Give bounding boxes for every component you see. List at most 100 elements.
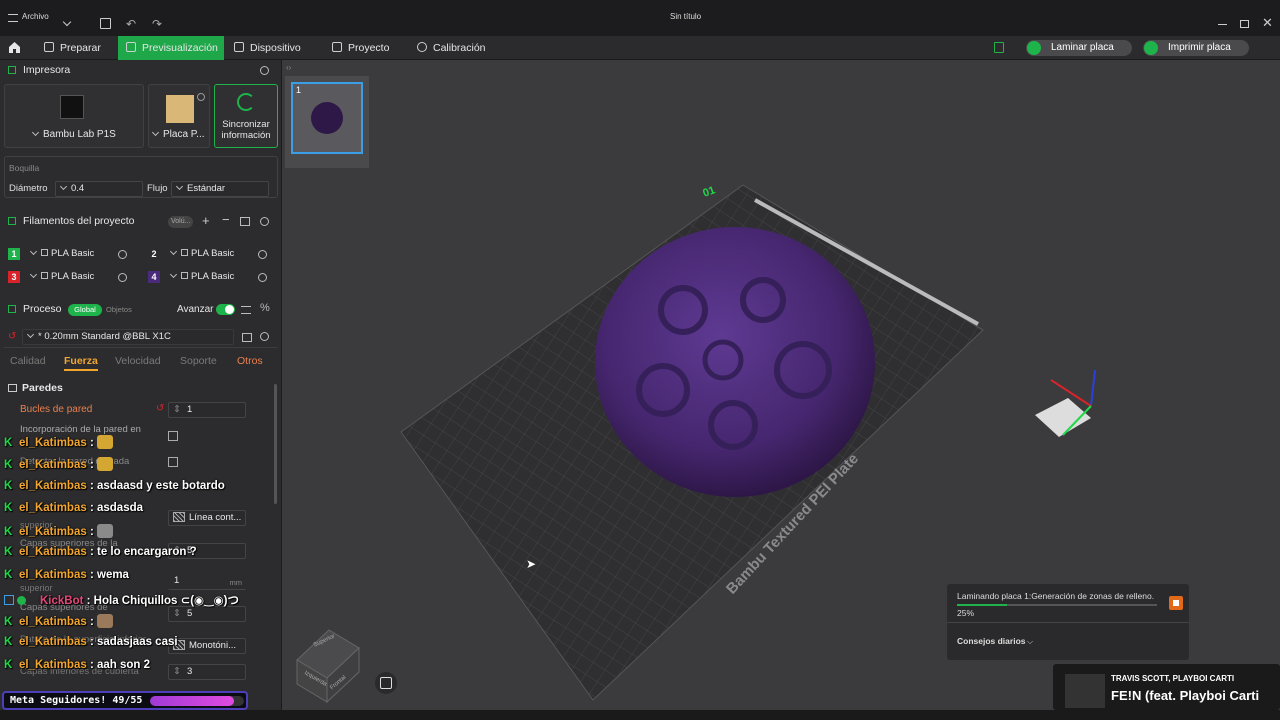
save-profile-icon[interactable]	[242, 333, 252, 342]
slice-plate-button[interactable]: Laminar placa	[1026, 40, 1132, 56]
tab-process-4[interactable]: Otros	[237, 355, 263, 367]
sphere-model[interactable]	[595, 227, 875, 497]
reset-icon[interactable]: ↺	[156, 403, 164, 414]
filament-icon	[181, 272, 188, 279]
filament-sync-icon[interactable]	[240, 217, 250, 226]
bottom-shell-input[interactable]: ⇕ 3	[168, 664, 246, 680]
remove-filament-icon[interactable]	[118, 273, 127, 282]
printer-card[interactable]: Bambu Lab P1S	[4, 84, 144, 148]
redo-icon[interactable]: ↷	[152, 17, 162, 31]
wall-loops-input[interactable]: ⇕ 1	[168, 402, 246, 418]
kick-badge-icon: K	[4, 502, 13, 514]
remove-filament-icon[interactable]	[118, 250, 127, 259]
minimize-icon[interactable]	[1218, 24, 1227, 25]
filament-select[interactable]: PLA Basic	[166, 247, 256, 263]
filament-select[interactable]: PLA Basic	[26, 270, 116, 286]
bottom-pattern-select[interactable]: Monotóni...	[168, 638, 246, 654]
global-toggle[interactable]: Global	[68, 304, 102, 316]
tab-calibration[interactable]: Calibración	[417, 36, 486, 60]
3d-viewport[interactable]: ‹› 1 01 Bambu Textured PEI Plate Superio…	[283, 60, 1280, 710]
tab-process-2[interactable]: Velocidad	[115, 355, 161, 367]
chevron-down-icon[interactable]	[62, 17, 72, 27]
undo-icon[interactable]: ↶	[126, 17, 136, 31]
chevron-down-icon	[31, 128, 40, 137]
emote-icon	[97, 435, 114, 449]
tab-preview[interactable]: Previsualización	[118, 36, 224, 60]
emote-icon	[97, 457, 114, 471]
filament-select[interactable]: PLA Basic	[166, 270, 256, 286]
process-header: Proceso	[0, 300, 281, 320]
slicing-progress-track	[957, 604, 1157, 606]
chat-text: : asdaasd y este botardo	[89, 480, 225, 492]
target-icon	[417, 42, 427, 52]
filament-color-swatch[interactable]: 3	[8, 271, 20, 283]
stop-slicing-button[interactable]	[1169, 596, 1183, 610]
fit-view-button[interactable]	[375, 672, 397, 694]
filament-color-swatch[interactable]: 4	[148, 271, 160, 283]
home-icon[interactable]	[8, 41, 21, 54]
filament-select[interactable]: PLA Basic	[26, 247, 116, 263]
list-icon[interactable]	[241, 306, 251, 314]
status-bar	[0, 710, 1280, 720]
artist-name: TRAVIS SCOTT, PLAYBOI CARTI	[1111, 674, 1235, 683]
menu-icon[interactable]	[8, 14, 18, 22]
chat-username: el_Katimbas	[19, 480, 87, 492]
filament-color-swatch[interactable]: 1	[8, 248, 20, 260]
info-icon[interactable]	[197, 93, 205, 101]
maximize-icon[interactable]	[1240, 20, 1249, 28]
chat-message: Kel_Katimbas :	[4, 614, 114, 634]
print-plate-button[interactable]: Imprimir placa	[1143, 40, 1249, 56]
chevron-down-icon[interactable]: ⌵	[1027, 637, 1033, 647]
filament-icon	[41, 272, 48, 279]
tab-prepare[interactable]: Preparar	[44, 36, 101, 60]
printer-icon	[8, 66, 16, 74]
sync-icon	[237, 93, 255, 111]
walls-icon	[8, 384, 17, 392]
slicing-percent: 25%	[957, 608, 975, 618]
add-filament-icon[interactable]: +	[202, 213, 210, 228]
kick-badge-icon: K	[4, 636, 13, 648]
tab-device[interactable]: Dispositivo	[234, 36, 301, 60]
compare-icon[interactable]: %	[260, 302, 270, 314]
chevron-down-icon	[59, 182, 68, 191]
top-pattern-select[interactable]: Línea cont...	[168, 510, 246, 526]
bot-badge-icon	[4, 595, 14, 605]
save-icon[interactable]	[100, 18, 111, 29]
volume-tag[interactable]: Volú...	[168, 216, 194, 228]
settings-gear-icon[interactable]	[260, 66, 269, 75]
tab-process-0[interactable]: Calidad	[10, 355, 46, 367]
diameter-select[interactable]: 0.4	[55, 181, 143, 197]
remove-filament-icon[interactable]	[258, 250, 267, 259]
tab-process-3[interactable]: Soporte	[180, 355, 217, 367]
reset-icon[interactable]: ↺	[8, 331, 16, 342]
chat-message: Kel_Katimbas : asdaasd y este botardo	[4, 480, 225, 500]
export-icon[interactable]	[994, 42, 1004, 53]
thin-wall-checkbox[interactable]	[168, 457, 178, 467]
nozzle-title: Boquilla	[9, 163, 40, 173]
filament-icon	[41, 249, 48, 256]
window-title: Sin título	[670, 12, 702, 21]
flow-select[interactable]: Estándar	[171, 181, 269, 197]
search-icon[interactable]	[260, 332, 269, 341]
tab-project[interactable]: Proyecto	[332, 36, 389, 60]
filament-color-swatch[interactable]: 2	[148, 248, 160, 260]
tab-process-1[interactable]: Fuerza	[64, 355, 98, 371]
remove-filament-icon[interactable]	[258, 273, 267, 282]
sync-info-button[interactable]: Sincronizar información	[214, 84, 278, 148]
process-profile-select[interactable]: * 0.20mm Standard @BBL X1C	[22, 329, 234, 345]
embed-wall-checkbox[interactable]	[168, 431, 178, 441]
daily-tips-link[interactable]: Consejos diarios	[957, 636, 1026, 646]
file-menu[interactable]: Archivo	[22, 12, 49, 21]
diameter-label: Diámetro	[9, 183, 48, 194]
chevron-down-icon	[29, 270, 38, 279]
close-icon[interactable]: ✕	[1262, 15, 1273, 31]
chat-text: : aah son 2	[89, 659, 151, 671]
advanced-toggle[interactable]	[216, 304, 235, 315]
filament-settings-icon[interactable]	[260, 217, 269, 226]
plate-card[interactable]: Placa P...	[148, 84, 210, 148]
remove-filament-icon[interactable]: −	[222, 212, 230, 227]
sidebar-scrollbar[interactable]	[274, 384, 277, 504]
objects-toggle[interactable]: Objetos	[106, 305, 132, 314]
dropdown-icon	[1144, 41, 1158, 55]
top-thickness-input[interactable]: 1 mm	[168, 574, 246, 590]
